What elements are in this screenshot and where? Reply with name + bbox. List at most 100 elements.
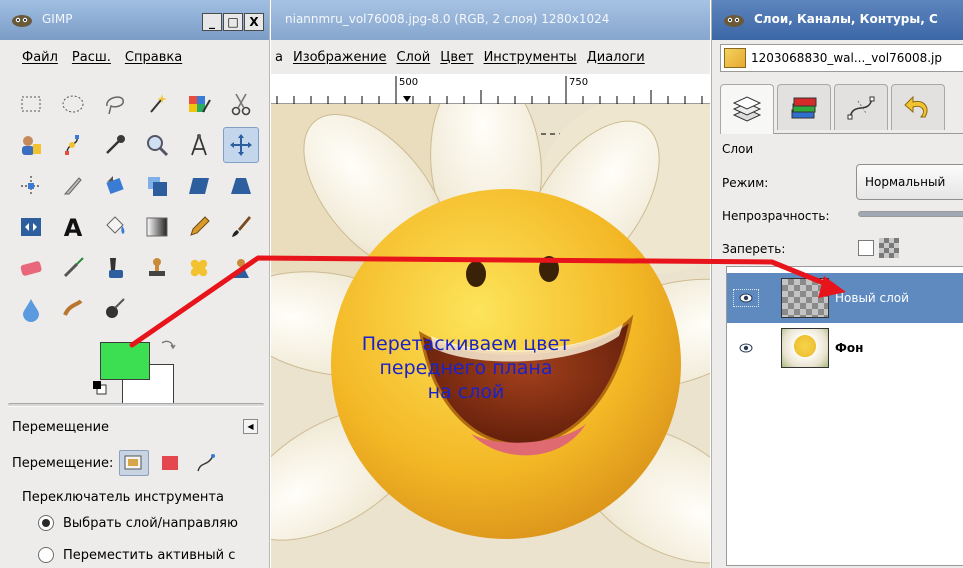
tab-undo-history[interactable] <box>891 84 945 130</box>
measure-tool[interactable] <box>181 127 217 163</box>
lock-pixels-checkbox[interactable] <box>858 240 874 256</box>
swap-colors-icon[interactable] <box>160 339 176 353</box>
tab-paths[interactable] <box>834 84 888 130</box>
opacity-slider-fill <box>859 212 963 216</box>
align-tool[interactable] <box>13 168 49 204</box>
toolbox-titlebar[interactable]: GIMP _ □ X <box>0 0 269 40</box>
chain-toggle[interactable] <box>759 289 781 307</box>
menu-extensions[interactable]: Расш. <box>72 50 111 65</box>
layer-thumbnail-transparent <box>781 278 829 318</box>
layer-thumbnail-photo <box>781 328 829 368</box>
scissors-icon <box>231 93 251 116</box>
layers-list: Новый слой Фон <box>726 266 963 566</box>
magnifier-icon <box>147 135 169 157</box>
image-selector[interactable]: 1203068830_wal..._vol76008.jp <box>720 44 963 72</box>
blur-tool[interactable] <box>13 291 49 327</box>
move-selection-button[interactable] <box>155 450 185 476</box>
mode-dropdown[interactable]: Нормальный <box>856 164 963 200</box>
menu-layer[interactable]: Слой <box>396 50 430 65</box>
shear-icon <box>189 178 209 194</box>
paintbrush-icon <box>232 216 251 237</box>
horizontal-ruler[interactable]: 500 750 <box>271 74 710 104</box>
zoom-tool[interactable] <box>139 127 175 163</box>
menu-dialogs[interactable]: Диалоги <box>587 50 645 65</box>
opacity-slider[interactable] <box>858 211 963 217</box>
airbrush-tool[interactable] <box>55 250 91 286</box>
free-select-tool[interactable] <box>97 86 133 122</box>
color-picker-tool[interactable] <box>97 127 133 163</box>
annotation-line-1: Перетаскиваем цвет <box>361 333 571 355</box>
radio-move-active-row[interactable]: Переместить активный с <box>38 547 235 563</box>
shear-tool[interactable] <box>181 168 217 204</box>
visibility-toggle[interactable] <box>733 339 759 357</box>
toolbox-divider[interactable] <box>8 403 264 407</box>
close-button[interactable]: X <box>244 13 264 31</box>
mode-label: Режим: <box>722 176 769 190</box>
magic-wand-icon <box>150 94 167 113</box>
foreground-color-swatch[interactable] <box>100 342 150 380</box>
path-move-icon <box>197 454 216 472</box>
text-icon: A <box>64 214 83 241</box>
minimize-button[interactable]: _ <box>202 13 222 31</box>
rect-select-tool[interactable] <box>13 86 49 122</box>
layer-row[interactable]: Новый слой <box>727 273 963 323</box>
ellipse-select-tool[interactable] <box>55 86 91 122</box>
flip-tool[interactable] <box>13 209 49 245</box>
menu-file[interactable]: Файл <box>22 50 58 65</box>
layer-name[interactable]: Новый слой <box>835 291 909 305</box>
move-path-button[interactable] <box>191 450 221 476</box>
tab-channels[interactable] <box>777 84 831 130</box>
perspective-clone-tool[interactable] <box>223 250 259 286</box>
default-colors-icon[interactable] <box>92 380 108 396</box>
airbrush-icon <box>63 257 84 278</box>
knife-icon <box>63 177 82 195</box>
fuzzy-select-tool[interactable] <box>139 86 175 122</box>
tool-options-menu-button[interactable]: ◀ <box>243 419 258 434</box>
menu-partial[interactable]: а <box>275 50 283 65</box>
move-tool[interactable] <box>223 127 259 163</box>
menu-image[interactable]: Изображение <box>293 50 386 65</box>
dock-titlebar[interactable]: Слои, Каналы, Контуры, С <box>712 0 963 40</box>
layer-name[interactable]: Фон <box>835 341 863 355</box>
paintbrush-tool[interactable] <box>223 209 259 245</box>
layer-row[interactable]: Фон <box>727 323 963 373</box>
align-icon <box>21 176 41 196</box>
rect-select-icon <box>21 96 41 112</box>
rotate-tool[interactable] <box>97 168 133 204</box>
channels-icon <box>791 97 817 118</box>
radio-pick-layer-label: Выбрать слой/направляю <box>63 515 238 531</box>
scale-tool[interactable] <box>139 168 175 204</box>
visibility-toggle[interactable] <box>733 289 759 307</box>
chain-toggle[interactable] <box>759 339 781 357</box>
radio-move-active[interactable] <box>38 547 54 563</box>
image-titlebar[interactable]: niannmru_vol76008.jpg-8.0 (RGB, 2 слоя) … <box>271 0 710 40</box>
blend-tool[interactable] <box>139 209 175 245</box>
pencil-tool[interactable] <box>181 209 217 245</box>
dodge-burn-tool[interactable] <box>97 291 133 327</box>
crop-tool[interactable] <box>55 168 91 204</box>
menu-tools[interactable]: Инструменты <box>484 50 577 65</box>
menu-color[interactable]: Цвет <box>440 50 473 65</box>
bucket-fill-tool[interactable] <box>97 209 133 245</box>
smudge-tool[interactable] <box>55 291 91 327</box>
maximize-button[interactable]: □ <box>223 13 243 31</box>
heal-tool[interactable] <box>181 250 217 286</box>
text-tool[interactable]: A <box>55 209 91 245</box>
stamp-icon <box>149 258 165 276</box>
ink-tool[interactable] <box>97 250 133 286</box>
scissors-tool[interactable] <box>223 86 259 122</box>
image-canvas[interactable]: Перетаскиваем цвет переднего плана на сл… <box>271 104 710 568</box>
eraser-tool[interactable] <box>13 250 49 286</box>
clone-tool[interactable] <box>139 250 175 286</box>
select-by-color-tool[interactable] <box>181 86 217 122</box>
gimp-logo-icon <box>12 15 32 27</box>
paths-tool[interactable] <box>55 127 91 163</box>
undo-icon <box>904 95 928 117</box>
menu-help[interactable]: Справка <box>125 50 182 65</box>
radio-pick-layer-row[interactable]: Выбрать слой/направляю <box>38 515 238 531</box>
perspective-tool[interactable] <box>223 168 259 204</box>
move-layer-button[interactable] <box>119 450 150 476</box>
tab-layers[interactable] <box>720 84 774 134</box>
radio-pick-layer[interactable] <box>38 515 54 531</box>
foreground-select-tool[interactable] <box>13 127 49 163</box>
